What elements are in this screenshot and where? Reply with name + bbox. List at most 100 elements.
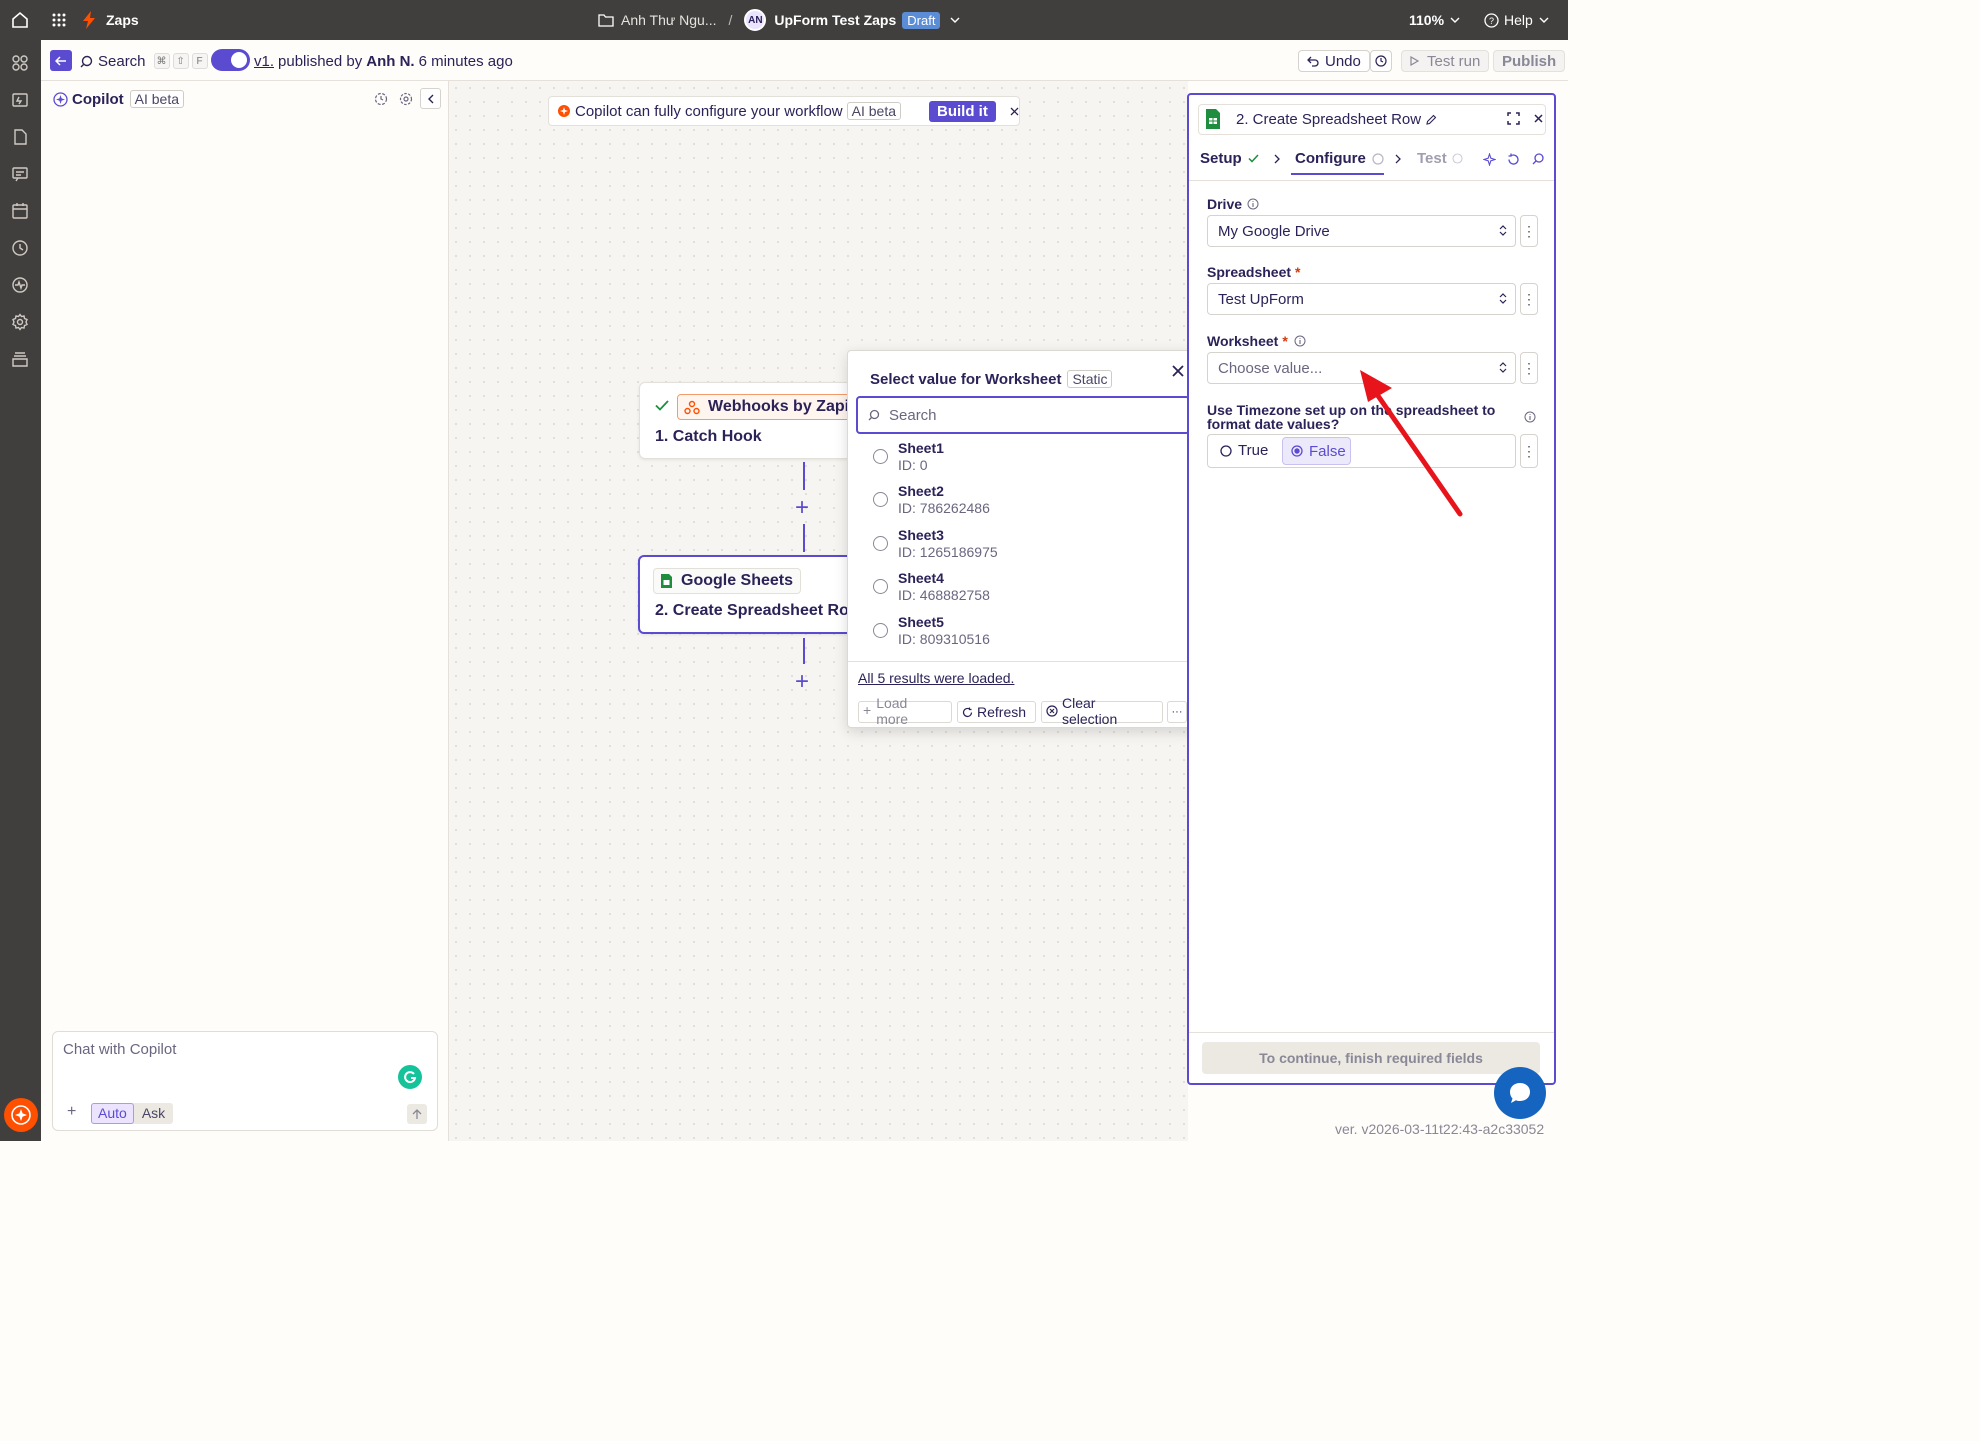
breadcrumb-folder[interactable]: Anh Thư Ngu... <box>621 12 717 28</box>
add-step-icon[interactable]: + <box>795 670 809 694</box>
zoom-control[interactable]: 110% <box>1409 0 1460 40</box>
radio-false-label: False <box>1309 442 1346 460</box>
refresh-icon[interactable] <box>1507 153 1520 166</box>
apps-icon[interactable] <box>11 54 29 72</box>
chevron-right-icon <box>1395 154 1401 164</box>
divider <box>1189 1032 1554 1033</box>
option-name: Sheet5 <box>898 614 944 630</box>
history-icon[interactable] <box>374 92 388 106</box>
test-run-button[interactable]: Test run <box>1401 50 1490 72</box>
gear-icon[interactable] <box>399 92 413 106</box>
continue-button[interactable]: To continue, finish required fields <box>1202 1042 1540 1074</box>
archive-icon[interactable] <box>11 350 29 368</box>
mode-ask[interactable]: Ask <box>134 1103 173 1124</box>
mode-auto[interactable]: Auto <box>91 1103 134 1124</box>
app-grid-icon[interactable] <box>51 0 67 40</box>
close-icon[interactable] <box>1010 107 1019 116</box>
load-more-button[interactable]: + Load more <box>858 695 952 727</box>
chat-input[interactable]: Chat with Copilot <box>63 1041 176 1058</box>
drive-select[interactable]: My Google Drive <box>1207 215 1516 247</box>
radio-false[interactable]: False <box>1282 437 1351 465</box>
worksheet-option[interactable]: Sheet3 ID: 1265186975 <box>868 527 1168 569</box>
spreadsheet-select[interactable]: Test UpForm <box>1207 283 1516 315</box>
activity-icon[interactable] <box>11 276 29 294</box>
search-label: Search <box>98 52 146 70</box>
support-chat-icon[interactable] <box>1494 1067 1546 1119</box>
pencil-icon[interactable] <box>1425 114 1437 126</box>
status-badge: Draft <box>902 11 941 29</box>
option-name: Sheet2 <box>898 483 944 499</box>
field-options-icon[interactable]: ⋮ <box>1520 352 1538 384</box>
send-icon[interactable] <box>407 1104 427 1124</box>
radio-button[interactable] <box>873 623 888 638</box>
shortcut-key: F <box>191 53 208 69</box>
worksheet-option[interactable]: Sheet2 ID: 786262486 <box>868 483 1168 525</box>
sparkle-icon[interactable] <box>1483 153 1496 166</box>
field-options-icon[interactable]: ⋮ <box>1520 434 1538 468</box>
search-icon[interactable] <box>1532 153 1544 165</box>
expand-icon[interactable] <box>1507 112 1520 125</box>
step-2-title: 2. Create Spreadsheet Row <box>655 602 850 619</box>
undo-button[interactable]: Undo <box>1298 50 1370 72</box>
add-step-icon[interactable]: + <box>795 496 809 520</box>
radio-button[interactable] <box>873 579 888 594</box>
left-nav-rail <box>0 40 41 1141</box>
step-2-card[interactable]: Google Sheets 2. Create Spreadsheet Row <box>638 555 870 634</box>
chat-input-box[interactable]: Chat with Copilot + Auto Ask <box>52 1031 438 1131</box>
radio-true[interactable]: True <box>1220 442 1268 459</box>
top-bar: Zaps Anh Thư Ngu... / AN UpForm Test Zap… <box>0 0 1568 40</box>
zaps-icon[interactable] <box>11 91 29 109</box>
settings-icon[interactable] <box>11 313 29 331</box>
close-icon[interactable] <box>1534 114 1543 123</box>
collapse-panel-icon[interactable] <box>420 88 441 109</box>
zap-name[interactable]: UpForm Test Zaps <box>774 12 896 28</box>
publish-toggle[interactable] <box>211 49 250 71</box>
field-options-icon[interactable]: ⋮ <box>1520 215 1538 247</box>
radio-button[interactable] <box>873 492 888 507</box>
check-icon <box>655 400 669 411</box>
interfaces-icon[interactable] <box>11 165 29 183</box>
copilot-launcher-icon[interactable] <box>4 1098 38 1132</box>
tab-test[interactable]: Test <box>1417 150 1463 167</box>
zaps-link[interactable]: Zaps <box>82 0 139 40</box>
close-icon[interactable] <box>1172 365 1184 377</box>
info-icon[interactable] <box>1294 335 1306 347</box>
back-arrow-icon[interactable] <box>50 50 72 71</box>
radio-button[interactable] <box>873 449 888 464</box>
calendar-icon[interactable] <box>11 202 29 220</box>
annotation-arrow <box>1360 370 1463 517</box>
add-attachment-icon[interactable]: + <box>67 1103 76 1121</box>
publish-button[interactable]: Publish <box>1493 50 1566 72</box>
tab-configure[interactable]: Configure <box>1295 150 1384 167</box>
tables-icon[interactable] <box>11 128 29 146</box>
radio-button[interactable] <box>873 536 888 551</box>
info-icon[interactable] <box>1524 411 1536 423</box>
copilot-title: Copilot <box>72 90 124 108</box>
worksheet-label: Worksheet <box>1207 333 1279 349</box>
refresh-button[interactable]: Refresh <box>957 701 1036 723</box>
history-icon[interactable] <box>11 239 29 257</box>
help-button[interactable]: ? Help <box>1484 0 1549 40</box>
radio-true-label: True <box>1238 442 1269 459</box>
chevron-right-icon <box>1274 154 1280 164</box>
worksheet-option[interactable]: Sheet1 ID: 0 <box>868 440 1168 482</box>
search-input[interactable]: Search <box>856 396 1190 434</box>
grammarly-icon[interactable] <box>398 1065 422 1089</box>
worksheet-option[interactable]: Sheet5 ID: 809310516 <box>868 614 1168 656</box>
field-options-icon[interactable]: ⋮ <box>1520 283 1538 315</box>
info-icon[interactable] <box>1247 198 1259 210</box>
chevron-down-icon[interactable] <box>950 17 960 23</box>
search-button[interactable]: Search ⌘ ⇧ F <box>80 50 208 72</box>
build-it-button[interactable]: Build it <box>929 100 996 122</box>
step-config-panel: 2. Create Spreadsheet Row Setup Configur… <box>1187 93 1556 1085</box>
version-link[interactable]: v1. <box>254 53 274 70</box>
worksheet-option[interactable]: Sheet4 ID: 468882758 <box>868 570 1168 612</box>
more-options-button[interactable]: ··· <box>1167 701 1187 723</box>
tab-setup[interactable]: Setup <box>1200 150 1259 167</box>
panel-header: 2. Create Spreadsheet Row <box>1198 104 1546 135</box>
step-1-card[interactable]: Webhooks by Zapier 1. Catch Hook <box>639 382 877 459</box>
ai-beta-badge: AI beta <box>129 90 185 108</box>
clear-selection-button[interactable]: Clear selection <box>1041 695 1163 727</box>
home-icon[interactable] <box>10 0 30 40</box>
history-icon[interactable] <box>1370 50 1392 72</box>
